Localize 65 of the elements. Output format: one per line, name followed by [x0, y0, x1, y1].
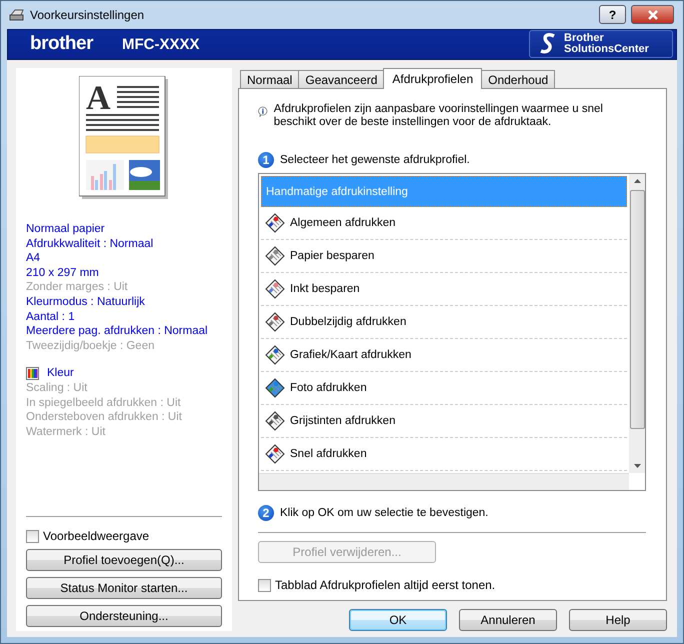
- action-button[interactable]: Profiel toevoegen(Q)...: [26, 549, 222, 571]
- setting-summary-text: Zonder marges : Uit: [26, 280, 129, 295]
- setting-summary-text: Scaling : Uit: [26, 380, 88, 396]
- profile-icon: [265, 312, 285, 332]
- dialog-button[interactable]: Help: [569, 609, 667, 631]
- profile-icon: [265, 279, 285, 299]
- setting-summary-text: Meerdere pag. afdrukken : Normaal: [26, 324, 209, 339]
- vertical-scrollbar[interactable]: [629, 174, 645, 473]
- color-bars-icon: [26, 367, 39, 380]
- dialog-button[interactable]: Annuleren: [459, 609, 557, 631]
- printer-icon: [9, 8, 25, 22]
- scroll-up-icon[interactable]: [634, 179, 640, 183]
- profile-icon: [265, 411, 285, 431]
- tab[interactable]: Normaal: [240, 70, 300, 88]
- horizontal-scrollbar[interactable]: [259, 473, 629, 490]
- setting-summary-text: Tweezijdig/boekje : Geen: [26, 338, 156, 354]
- setting-summary-text: Watermerk : Uit: [26, 424, 106, 440]
- checkbox[interactable]: [26, 530, 39, 542]
- setting-summary-text: Normaal papier: [26, 222, 106, 237]
- profile-icon: [265, 444, 285, 464]
- scroll-down-icon[interactable]: [634, 464, 640, 468]
- window-title: Voorkeursinstellingen: [30, 8, 146, 22]
- profile-icon: [265, 378, 285, 398]
- dialog-button[interactable]: OK: [349, 609, 447, 631]
- action-button[interactable]: Status Monitor starten...: [26, 577, 222, 599]
- step-text: Selecteer het gewenste afdrukprofiel.: [280, 154, 470, 166]
- model-name: MFC-XXXX: [122, 36, 201, 53]
- profile-list-item[interactable]: Grijstinten afdrukken: [261, 405, 627, 438]
- checkbox-label: Voorbeeldweergave: [43, 529, 150, 543]
- setting-summary-text: 210 x 297 mm: [26, 266, 100, 280]
- checkbox[interactable]: [258, 578, 271, 592]
- step-text: Klik op OK om uw selectie te bevestigen.: [280, 507, 488, 519]
- profile-list-item[interactable]: Papier besparen: [261, 240, 627, 273]
- info-text: Afdrukprofielen zijn aanpasbare voorinstellingen waarmee u snel beschikt over de beste instellingen voor de afdruktaak.: [274, 103, 604, 129]
- profile-icon: [265, 246, 285, 266]
- profile-icon: [265, 345, 285, 365]
- profile-list-item[interactable]: Snel afdrukken: [261, 438, 627, 471]
- setting-summary-text: In spiegelbeeld afdrukken : Uit: [26, 396, 182, 410]
- profile-list-item[interactable]: Grafiek/Kaart afdrukken: [261, 339, 627, 372]
- help-button[interactable]: ?: [599, 5, 626, 24]
- tab[interactable]: Geavanceerd: [298, 70, 384, 88]
- color-heading: Kleur: [47, 366, 74, 381]
- brand-logo: brother: [30, 33, 94, 56]
- tab[interactable]: Afdrukprofielen: [383, 68, 482, 89]
- profile-list-item[interactable]: Foto afdrukken: [261, 372, 627, 405]
- step-number-badge: 1: [258, 152, 274, 168]
- setting-summary-text: Kleurmodus : Natuurlijk: [26, 294, 146, 310]
- step-number-badge: 2: [258, 505, 274, 521]
- preview-letter: A: [86, 80, 111, 117]
- checkbox-label: Tabblad Afdrukprofielen altijd eerst tonen.: [275, 578, 496, 592]
- profile-icon: [265, 213, 285, 233]
- action-button[interactable]: Ondersteuning...: [26, 605, 222, 627]
- setting-summary-text: A4: [26, 251, 42, 266]
- always-first-checkbox[interactable]: Tabblad Afdrukprofielen altijd eerst tonen.: [258, 578, 646, 592]
- profile-list-item[interactable]: Inkt besparen: [261, 273, 627, 306]
- setting-summary-text: Afdrukkwaliteit : Normaal: [26, 236, 154, 252]
- profile-list-item[interactable]: Dubbelzijdig afdrukken: [261, 306, 627, 339]
- close-icon: [646, 10, 658, 20]
- tab[interactable]: Onderhoud: [481, 70, 556, 88]
- setting-summary-text: Aantal : 1: [26, 310, 76, 324]
- preview-checkbox[interactable]: Voorbeeldweergave: [26, 529, 222, 543]
- solutions-center-button[interactable]: Brother SolutionsCenter: [529, 30, 673, 58]
- close-button[interactable]: [631, 5, 674, 24]
- setting-summary-text: Ondersteboven afdrukken : Uit: [26, 410, 183, 425]
- profile-list-item[interactable]: Algemeen afdrukken: [261, 207, 627, 240]
